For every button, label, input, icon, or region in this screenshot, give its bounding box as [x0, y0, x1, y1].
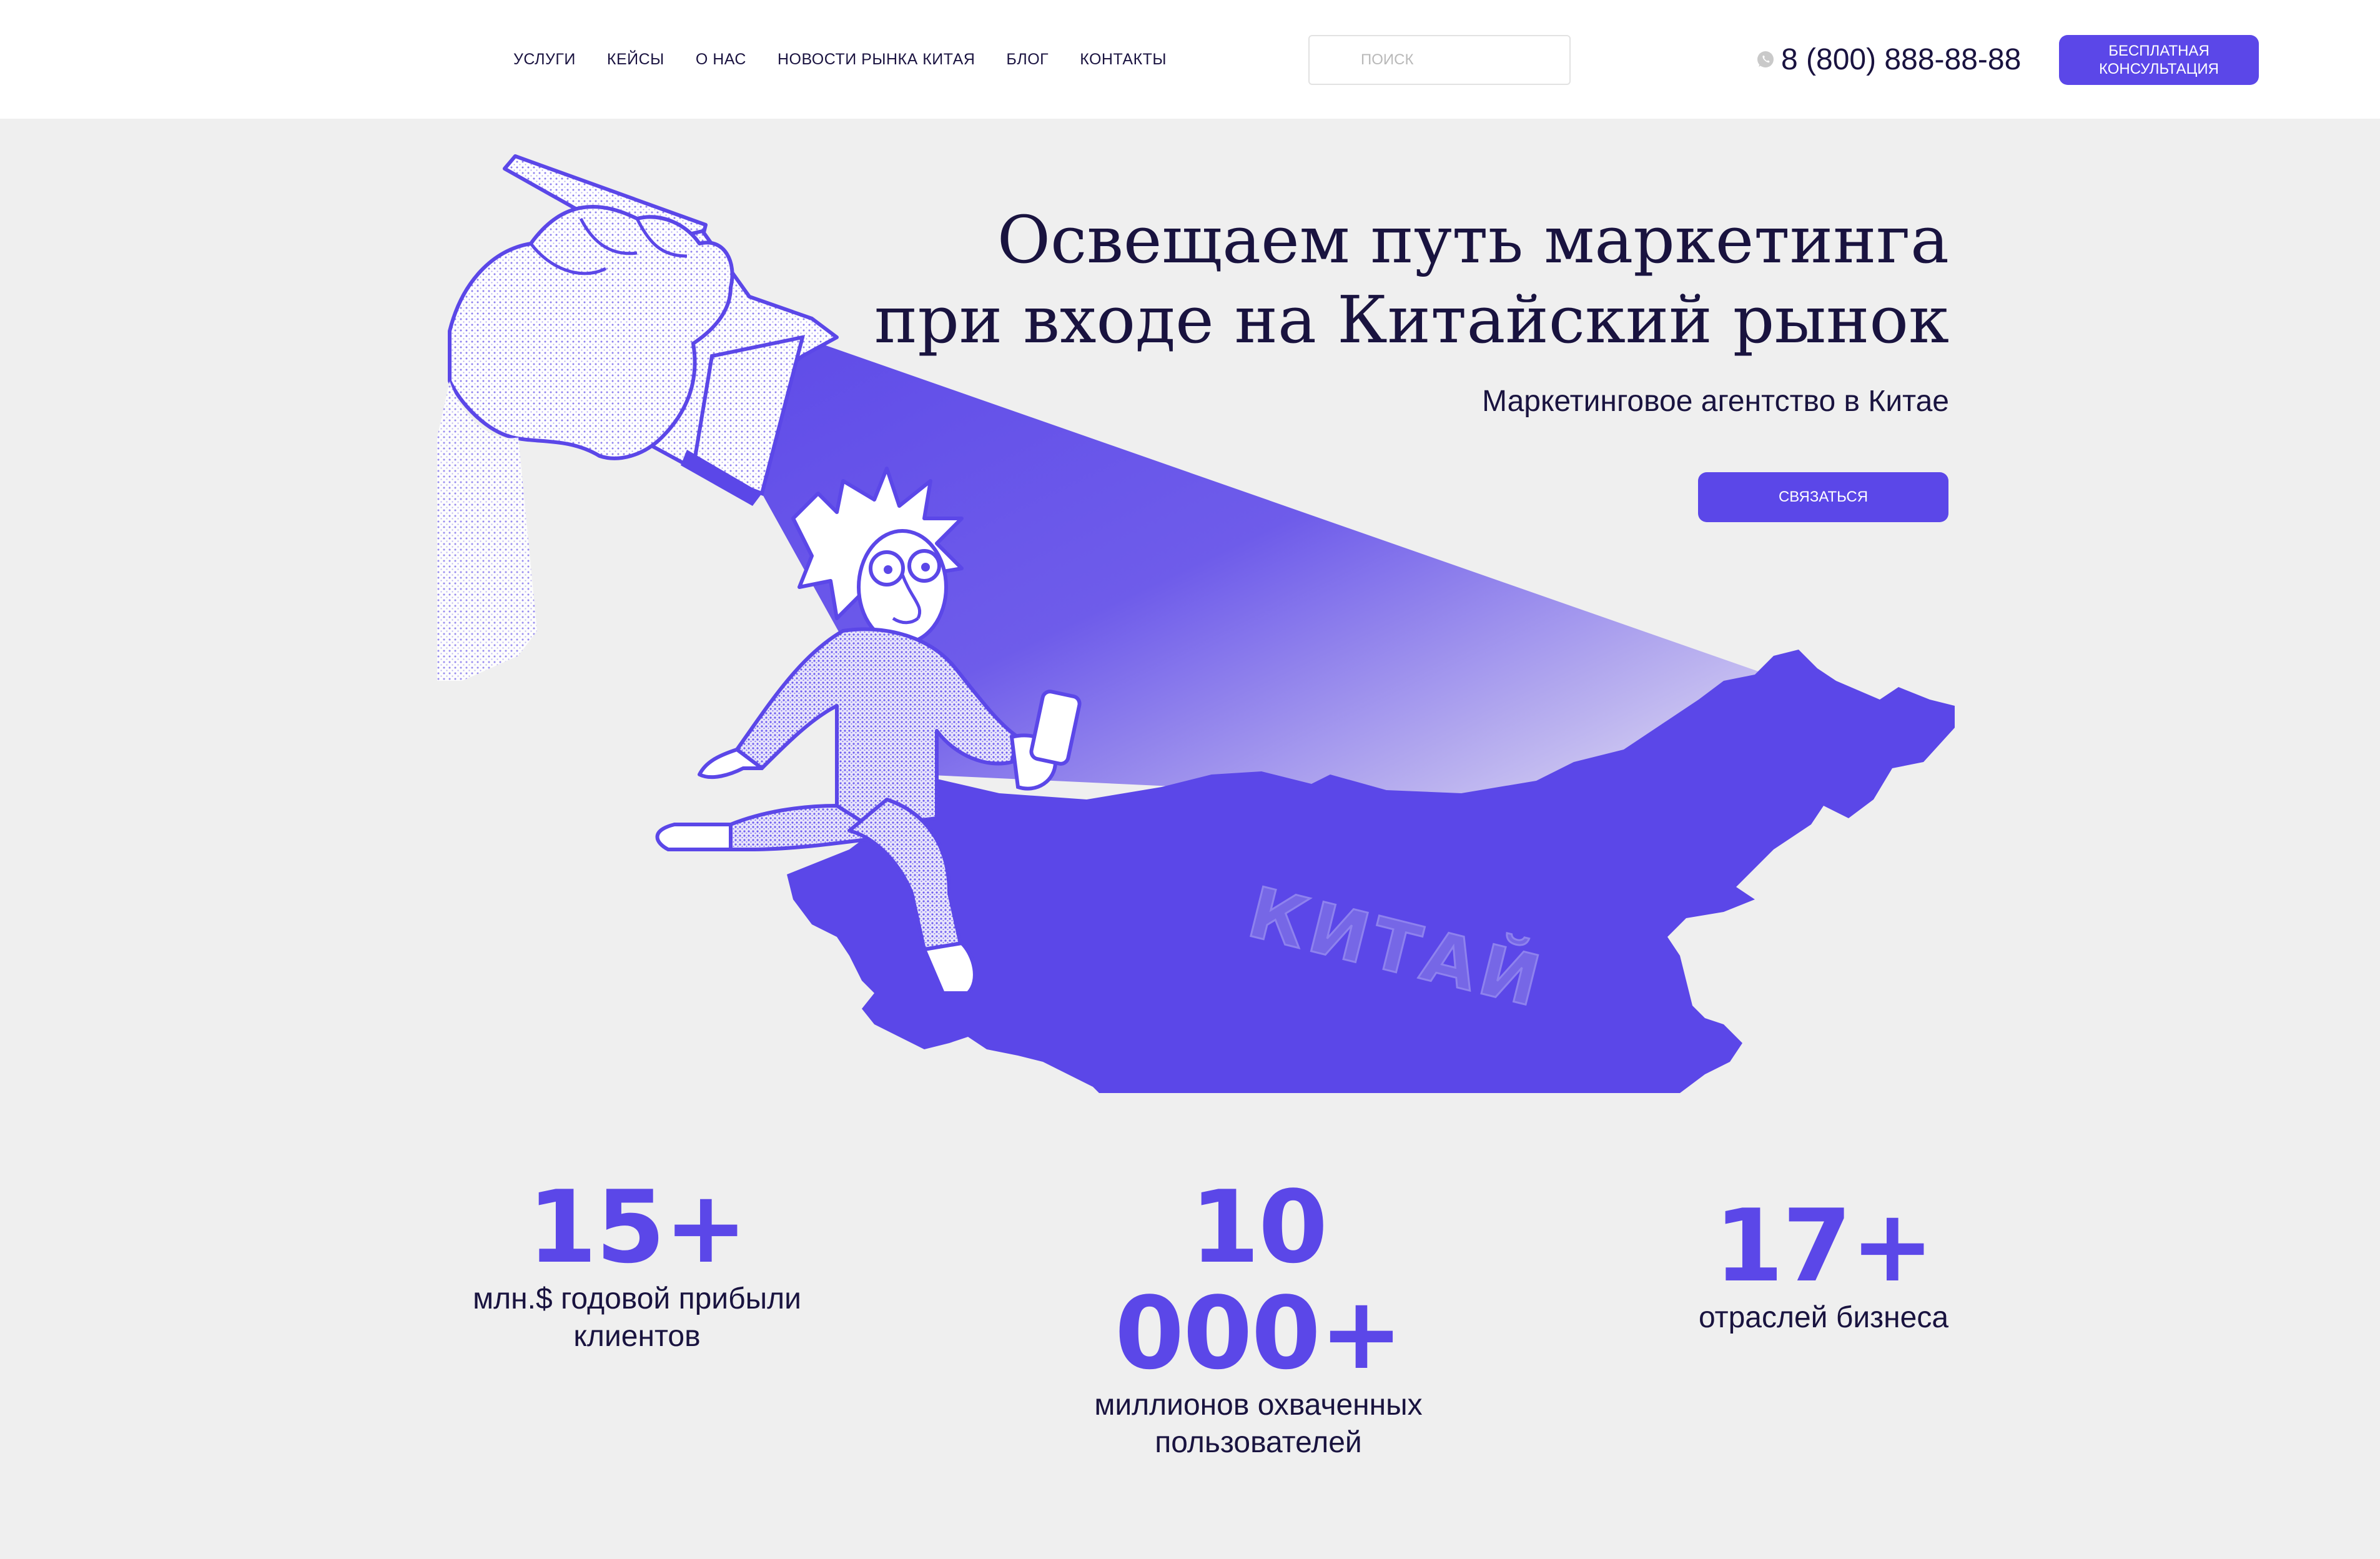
search-input[interactable]: [1361, 51, 1548, 69]
stat-label: миллионов охваченных пользователей: [1094, 1388, 1423, 1459]
phone-link[interactable]: 8 (800) 888-88-88: [1756, 39, 2021, 80]
stat-item: 15+ млн.$ годовой прибыли клиентов: [450, 1174, 824, 1355]
phone-number: 8 (800) 888-88-88: [1781, 42, 2022, 76]
hero-title: Освещаем путь маркетинга при входе на Ки…: [825, 200, 1949, 360]
site-header: УСЛУГИ КЕЙСЫ О НАС НОВОСТИ РЫНКА КИТАЯ Б…: [0, 0, 2380, 119]
hero-title-line-2: при входе на Китайский рынок: [874, 282, 1949, 358]
whatsapp-icon: [1757, 51, 1774, 67]
nav-link-blog[interactable]: БЛОГ: [1006, 51, 1049, 69]
free-consultation-button[interactable]: БЕСПЛАТНАЯ КОНСУЛЬТАЦИЯ: [2059, 35, 2259, 85]
nav-link-cases[interactable]: КЕЙСЫ: [607, 51, 664, 69]
stat-value: 17+: [1714, 1187, 1935, 1304]
hero-title-line-1: Освещаем путь маркетинга: [997, 202, 1949, 278]
hero-subtitle: Маркетинговое агентство в Китае: [1482, 385, 1949, 418]
stat-value: 15+: [527, 1169, 748, 1285]
stat-item: 10 000+ миллионов охваченных пользовател…: [1040, 1174, 1477, 1462]
search-box: [1308, 35, 1571, 85]
nav-link-about[interactable]: О НАС: [696, 51, 746, 69]
nav-link-china-news[interactable]: НОВОСТИ РЫНКА КИТАЯ: [778, 51, 975, 69]
nav-link-services[interactable]: УСЛУГИ: [513, 51, 576, 69]
main-nav: УСЛУГИ КЕЙСЫ О НАС НОВОСТИ РЫНКА КИТАЯ Б…: [513, 0, 1167, 119]
stat-item: 17+ отраслей бизнеса: [1680, 1193, 1967, 1337]
stat-label: млн.$ годовой прибыли клиентов: [473, 1282, 801, 1353]
hand-flashlight-illustration: [437, 154, 839, 681]
contact-button[interactable]: СВЯЗАТЬСЯ: [1698, 472, 1948, 522]
nav-link-contacts[interactable]: КОНТАКТЫ: [1080, 51, 1167, 69]
stat-value: 10 000+: [1114, 1169, 1403, 1392]
stat-label: отраслей бизнеса: [1698, 1301, 1949, 1334]
